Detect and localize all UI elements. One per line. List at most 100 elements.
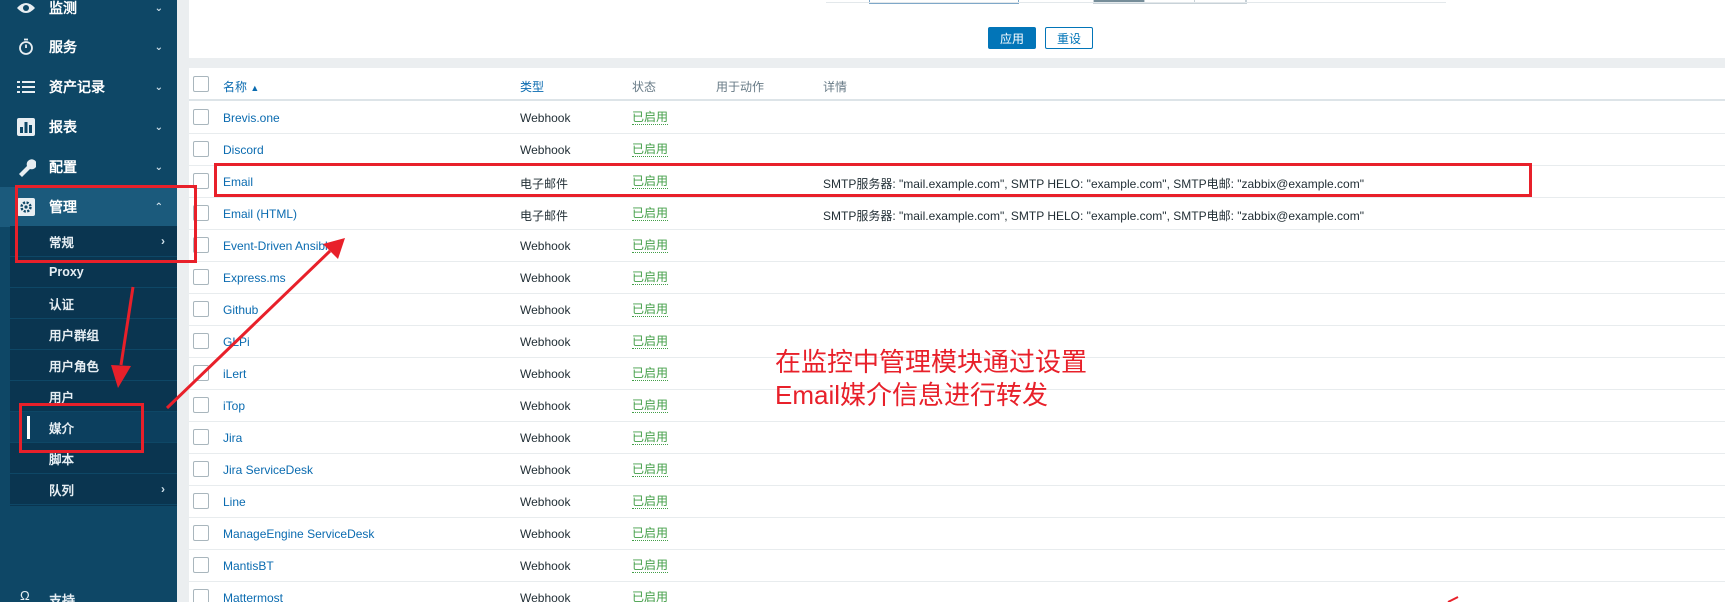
row-checkbox[interactable] <box>193 301 209 317</box>
media-type-name-link[interactable]: MantisBT <box>223 559 274 573</box>
media-type-name-link[interactable]: Event-Driven Ansible <box>223 239 334 253</box>
bar-chart-icon <box>16 117 36 137</box>
status-toggle-link[interactable]: 已启用 <box>632 207 669 221</box>
row-checkbox[interactable] <box>193 589 209 602</box>
row-checkbox[interactable] <box>193 461 209 477</box>
reset-button[interactable]: 重设 <box>1045 27 1093 49</box>
table-row: Discord Webhook 已启用 <box>189 134 1725 166</box>
status-toggle-link[interactable]: 已启用 <box>632 559 669 573</box>
submenu-user-groups-label: 用户群组 <box>49 328 100 343</box>
chevron-down-icon: ⌄ <box>154 41 163 53</box>
table-row: ManageEngine ServiceDesk Webhook 已启用 <box>189 518 1725 550</box>
chevron-down-icon: ⌄ <box>154 81 163 93</box>
status-toggle-link[interactable]: 已启用 <box>632 431 669 445</box>
status-toggle-link[interactable]: 已启用 <box>632 495 669 509</box>
annotation-note: 在监控中管理模块通过设置 Email媒介信息进行转发 <box>775 346 1195 412</box>
status-toggle-link[interactable]: 已启用 <box>632 399 669 413</box>
media-types-table: 名称 ▲ 类型 状态 用于动作 详情 Brevis.one Webhook 已启用 D… <box>189 68 1725 602</box>
media-type-name-link[interactable]: iLert <box>223 367 246 381</box>
status-toggle-link[interactable]: 已启用 <box>632 239 669 253</box>
media-type-type: Webhook <box>520 143 571 157</box>
media-type-type: Webhook <box>520 591 571 602</box>
nav-services-label: 服务 <box>49 39 77 55</box>
table-row: Line Webhook 已启用 <box>189 486 1725 518</box>
row-checkbox[interactable] <box>193 269 209 285</box>
media-type-type: Webhook <box>520 463 571 477</box>
media-type-type: Webhook <box>520 495 571 509</box>
media-type-name-link[interactable]: Jira ServiceDesk <box>223 463 313 477</box>
media-type-name-link[interactable]: Github <box>223 303 258 317</box>
media-type-name-link[interactable]: Express.ms <box>223 271 286 285</box>
media-type-type: Webhook <box>520 303 571 317</box>
support-link[interactable]: Ω 支持 <box>0 588 177 602</box>
table-row: Express.ms Webhook 已启用 <box>189 262 1725 294</box>
chevron-down-icon: ⌄ <box>154 121 163 133</box>
status-toggle-link[interactable]: 已启用 <box>632 463 669 477</box>
status-toggle-link[interactable]: 已启用 <box>632 143 669 157</box>
column-header-name[interactable]: 名称 ▲ <box>223 78 259 95</box>
status-toggle-link[interactable]: 已启用 <box>632 271 669 285</box>
media-type-name-link[interactable]: iTop <box>223 399 245 413</box>
media-type-name-link[interactable]: Line <box>223 495 246 509</box>
row-checkbox[interactable] <box>193 333 209 349</box>
status-toggle-link[interactable]: 已启用 <box>632 303 669 317</box>
row-checkbox[interactable] <box>193 365 209 381</box>
highlight-box-email-row <box>214 163 1532 197</box>
timer-icon <box>16 37 36 57</box>
chevron-down-icon: ⌄ <box>154 161 163 173</box>
column-header-status: 状态 <box>632 80 657 94</box>
status-toggle-link[interactable]: 已启用 <box>632 591 668 602</box>
row-checkbox[interactable] <box>193 397 209 413</box>
media-type-type: Webhook <box>520 335 571 349</box>
media-type-name-link[interactable]: Jira <box>223 431 242 445</box>
highlight-box-administration <box>15 185 197 263</box>
nav-configuration[interactable]: 配置 ⌄ <box>0 147 177 187</box>
annotation-line-2: Email媒介信息进行转发 <box>775 380 1049 410</box>
annotation-line-1: 在监控中管理模块通过设置 <box>775 347 1088 377</box>
nav-reports-label: 报表 <box>49 119 77 135</box>
media-type-type: Webhook <box>520 431 571 445</box>
submenu-authentication[interactable]: 认证 <box>10 288 177 319</box>
media-type-name-link[interactable]: Email (HTML) <box>223 207 297 221</box>
nav-monitoring-label: 监测 <box>49 0 77 16</box>
support-label: 支持 <box>49 593 76 602</box>
column-header-name-label: 名称 <box>223 80 248 94</box>
nav-reports[interactable]: 报表 ⌄ <box>0 107 177 147</box>
media-type-name-link[interactable]: GLPi <box>223 335 250 349</box>
media-type-name-link[interactable]: Mattermost <box>223 591 283 602</box>
media-type-name-link[interactable]: Discord <box>223 143 264 157</box>
submenu-queue[interactable]: 队列 › <box>10 474 177 505</box>
sort-asc-icon: ▲ <box>250 83 260 93</box>
column-header-type[interactable]: 类型 <box>520 78 544 95</box>
status-toggle-link[interactable]: 已启用 <box>632 367 669 381</box>
nav-services[interactable]: 服务 ⌄ <box>0 27 177 67</box>
chevron-down-icon: ⌄ <box>154 2 163 14</box>
nav-monitoring[interactable]: 监测 ⌄ <box>0 0 177 28</box>
media-type-name-link[interactable]: Brevis.one <box>223 111 280 125</box>
media-type-name-link[interactable]: ManageEngine ServiceDesk <box>223 527 374 541</box>
submenu-user-groups[interactable]: 用户群组 <box>10 319 177 350</box>
submenu-queue-label: 队列 <box>49 483 75 498</box>
column-header-details: 详情 <box>823 80 848 94</box>
submenu-user-roles-label: 用户角色 <box>49 359 100 374</box>
submenu-user-roles[interactable]: 用户角色 <box>10 350 177 381</box>
row-checkbox[interactable] <box>193 141 209 157</box>
media-type-details: SMTP服务器: "mail.example.com", SMTP HELO: … <box>823 209 1364 223</box>
row-checkbox[interactable] <box>193 109 209 125</box>
table-row: Brevis.one Webhook 已启用 <box>189 102 1725 134</box>
row-checkbox[interactable] <box>193 429 209 445</box>
row-checkbox[interactable] <box>193 493 209 509</box>
select-all-checkbox[interactable] <box>193 76 209 92</box>
status-toggle-link[interactable]: 已启用 <box>632 111 669 125</box>
nav-inventory[interactable]: 资产记录 ⌄ <box>0 67 177 107</box>
media-type-type: Webhook <box>520 527 571 541</box>
list-icon <box>16 77 36 97</box>
status-toggle-link[interactable]: 已启用 <box>632 527 669 541</box>
status-toggle-link[interactable]: 已启用 <box>632 335 669 349</box>
row-checkbox[interactable] <box>193 557 209 573</box>
row-checkbox[interactable] <box>193 525 209 541</box>
headset-icon: Ω <box>20 588 30 602</box>
apply-button[interactable]: 应用 <box>988 27 1036 49</box>
media-type-type: 电子邮件 <box>520 209 569 223</box>
nav-configuration-label: 配置 <box>49 159 77 175</box>
